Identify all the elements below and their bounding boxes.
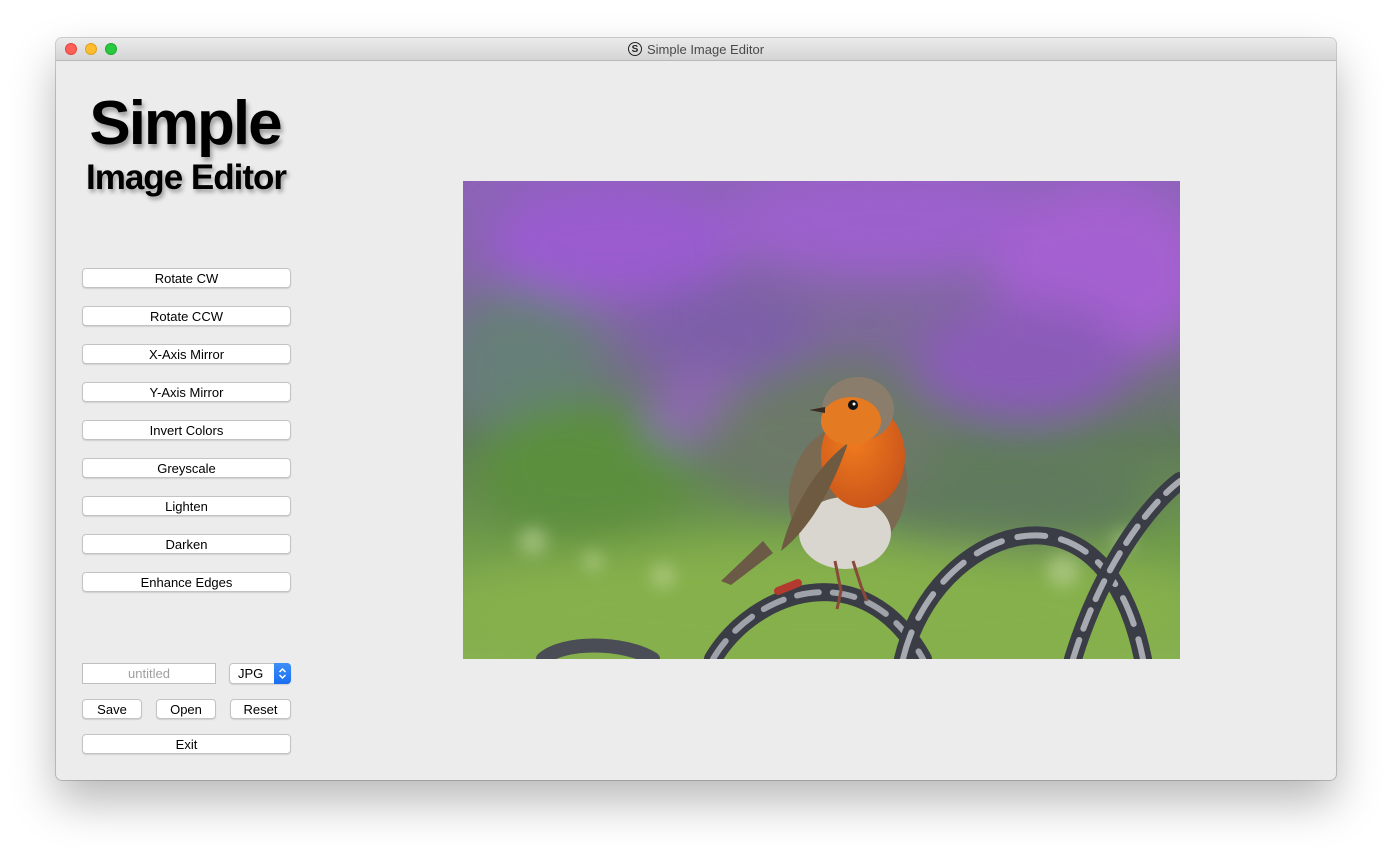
chevron-up-down-icon <box>274 663 291 684</box>
window-title: Simple Image Editor <box>646 41 765 57</box>
app-window: S Simple Image Editor Simple Image Edito… <box>56 38 1336 780</box>
darken-button[interactable]: Darken <box>82 534 291 554</box>
robin-bird-photo <box>463 181 1180 659</box>
image-canvas <box>463 181 1180 659</box>
format-selected-value: JPG <box>238 666 264 681</box>
rotate-cw-button[interactable]: Rotate CW <box>82 268 291 288</box>
rotate-ccw-button[interactable]: Rotate CCW <box>82 306 291 326</box>
greyscale-button[interactable]: Greyscale <box>82 458 291 478</box>
x-axis-mirror-button[interactable]: X-Axis Mirror <box>82 344 291 364</box>
enhance-edges-button[interactable]: Enhance Edges <box>82 572 291 592</box>
exit-button[interactable]: Exit <box>82 734 291 754</box>
logo-title-image-editor: Image Editor <box>86 158 287 197</box>
logo-title-simple: Simple <box>89 89 282 158</box>
format-select[interactable]: JPG <box>229 663 291 684</box>
reset-button[interactable]: Reset <box>230 699 291 719</box>
window-title-area: S Simple Image Editor <box>56 38 1336 60</box>
save-button[interactable]: Save <box>82 699 142 719</box>
open-button[interactable]: Open <box>156 699 216 719</box>
filename-input[interactable] <box>82 663 216 684</box>
title-bar[interactable]: S Simple Image Editor <box>56 38 1336 61</box>
y-axis-mirror-button[interactable]: Y-Axis Mirror <box>82 382 291 402</box>
app-s-icon: S <box>627 42 642 56</box>
lighten-button[interactable]: Lighten <box>82 496 291 516</box>
invert-colors-button[interactable]: Invert Colors <box>82 420 291 440</box>
